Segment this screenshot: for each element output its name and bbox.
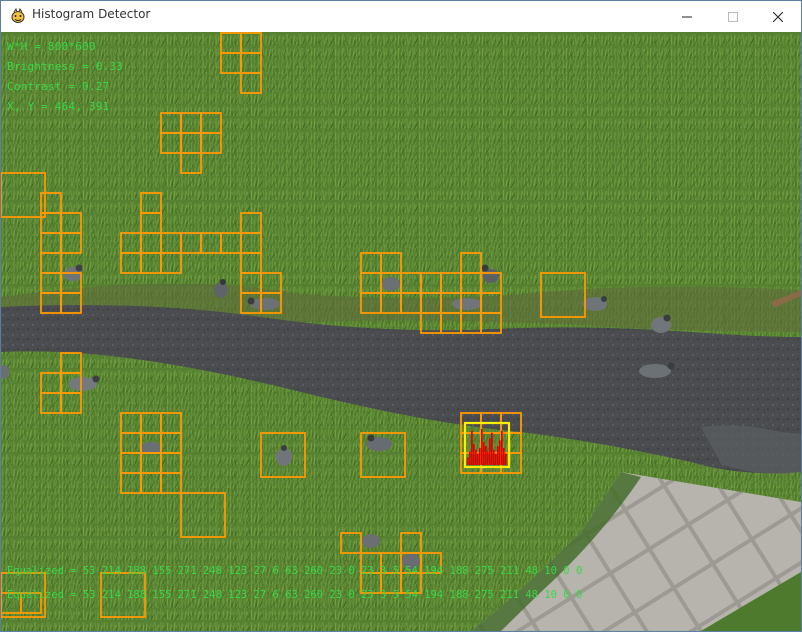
minimize-button[interactable] [664, 1, 710, 32]
brightness-readout: Brightness = 0.33 [7, 60, 123, 73]
close-icon [773, 11, 783, 22]
maximize-icon [728, 11, 738, 22]
app-window: Histogram Detector W*H = 800*600 Brightn… [0, 0, 802, 632]
equalized-readout-1: Equalized = 53 214 188 155 271 248 123 2… [7, 565, 583, 577]
camera-view[interactable]: W*H = 800*600 Brightness = 0.33 Contrast… [1, 32, 801, 631]
maximize-button[interactable] [710, 1, 756, 32]
title-bar[interactable]: Histogram Detector [1, 1, 801, 32]
size-readout: W*H = 800*600 [7, 40, 96, 53]
contrast-readout: Contrast = 0.27 [7, 80, 110, 93]
cursor-readout: X, Y = 464, 391 [7, 100, 110, 113]
window-title: Histogram Detector [32, 7, 151, 21]
minimize-icon [682, 16, 692, 17]
equalized-readout-2: Equalized = 53 214 188 155 271 248 123 2… [7, 589, 583, 601]
pygame-icon [11, 8, 25, 23]
close-button[interactable] [755, 1, 801, 32]
hud-overlay: W*H = 800*600 Brightness = 0.33 Contrast… [1, 32, 801, 631]
